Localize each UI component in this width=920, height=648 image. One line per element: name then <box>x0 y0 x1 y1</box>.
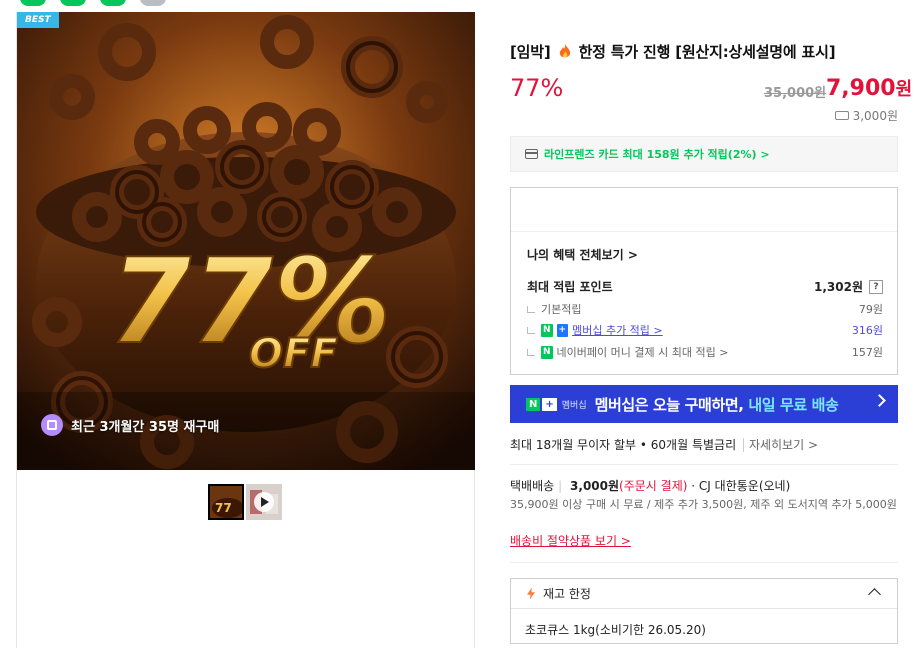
sale-price: 7,900원 <box>826 75 912 101</box>
membership-banner-main: 멤버십은 오늘 구매하면, <box>594 395 749 414</box>
title-prefix: [임박] <box>510 43 551 61</box>
delivery-type: 택배배송 <box>510 479 555 493</box>
max-points-row: 최대 적립 포인트 1,302원 ? <box>527 278 883 295</box>
repurchase-info: 최근 3개월간 35명 재구매 <box>41 414 219 436</box>
lightning-icon <box>527 587 535 600</box>
talk-icon[interactable] <box>100 0 126 6</box>
base-points-label: 기본적립 <box>541 303 582 316</box>
max-points-value: 1,302원 <box>814 280 863 294</box>
tree-line-icon <box>527 348 535 356</box>
membership-banner-highlight: 내일 무료 배송 <box>748 395 839 414</box>
product-info-column: [임박] 한정 특가 진행 [원산지:상세설명에 표시] 77% 35,000원… <box>510 0 912 648</box>
npay-points-row: N 네이버페이 머니 결제 시 최대 적립 > 157원 <box>527 344 883 360</box>
svg-text:77: 77 <box>215 501 232 515</box>
divider <box>510 562 898 563</box>
delivery-fee: 3,000원 <box>570 479 620 493</box>
delivery-info: 택배배송 | 3,000원(주문시 결제) · CJ 대한통운(오네) <box>510 479 791 493</box>
delivery-prepay: (주문시 결제) <box>619 479 688 493</box>
product-main-image[interactable]: BEST 77% OFF 최근 3개월간 35명 재구매 <box>17 12 475 470</box>
help-icon[interactable]: ? <box>869 279 883 294</box>
truck-icon <box>834 111 849 120</box>
product-image-column: BEST 77% OFF 최근 3개월간 35명 재구매 77 <box>16 12 475 648</box>
benefit-view-all-link[interactable]: 나의 혜택 전체보기 > <box>527 246 638 263</box>
overlay-off-text: OFF <box>249 331 338 377</box>
membership-banner[interactable]: N + 멤버십 멤버십은 오늘 구매하면, 내일 무료 배송 <box>510 385 898 423</box>
stock-label: 재고 한정 <box>543 587 591 601</box>
repurchase-text: 최근 3개월간 35명 재구매 <box>71 419 220 435</box>
discount-rate: 77% <box>510 74 564 102</box>
share-icon[interactable] <box>20 0 46 6</box>
base-points-value: 79원 <box>858 303 883 316</box>
npay-icon: N <box>541 345 553 359</box>
chevron-right-icon <box>873 394 886 407</box>
thumbnail-list: 77 <box>208 484 282 520</box>
sale-price-currency: 원 <box>895 79 913 100</box>
plus-icon: + <box>556 323 569 337</box>
tree-line-icon <box>527 326 535 334</box>
shipping-fee-value: 3,000원 <box>852 109 898 123</box>
membership-logo: N + 멤버십 <box>526 397 587 411</box>
npay-points-value: 157원 <box>851 346 883 359</box>
zzim-icon[interactable] <box>60 0 86 6</box>
delivery-note: 35,900원 이상 구매 시 무료 / 제주 추가 3,500원, 제주 외 … <box>510 498 897 511</box>
benefit-box: 나의 혜택 전체보기 > 최대 적립 포인트 1,302원 ? 기본적립 79원… <box>510 187 898 375</box>
cereal-bowl-image: 77% OFF <box>17 12 475 470</box>
play-icon[interactable] <box>254 492 274 512</box>
top-icon-row <box>20 0 166 6</box>
naver-n-icon: N <box>526 397 541 411</box>
title-main: 한정 특가 진행 [원산지:상세설명에 표시] <box>578 43 836 61</box>
stock-header[interactable]: 재고 한정 <box>511 579 897 609</box>
best-badge: BEST <box>17 12 59 28</box>
membership-logo-label: 멤버십 <box>561 400 587 411</box>
plus-icon: + <box>542 397 557 411</box>
naver-n-icon: N <box>541 323 553 337</box>
membership-points-link[interactable]: 멤버십 추가 적립 > <box>572 322 663 338</box>
installment-text: 최대 18개월 무이자 할부 • 60개월 특별금리 <box>510 438 737 452</box>
membership-points-row: N + 멤버십 추가 적립 > 316원 <box>527 322 883 338</box>
product-title: [임박] 한정 특가 진행 [원산지:상세설명에 표시] <box>510 41 836 62</box>
original-price: 35,000원 <box>764 86 827 101</box>
thumbnail-video[interactable] <box>246 484 282 520</box>
card-promo-text: 라인프렌즈 카드 최대 158원 추가 적립(2%) > <box>544 148 770 161</box>
npay-points-link[interactable]: 네이버페이 머니 결제 시 최대 적립 > <box>557 344 729 360</box>
more-icon[interactable] <box>140 0 166 6</box>
base-points-row: 기본적립 79원 <box>527 301 883 317</box>
delivery-carrier: CJ 대한통운(오네) <box>698 479 791 493</box>
membership-banner-text: 멤버십은 오늘 구매하면, 내일 무료 배송 <box>595 394 839 415</box>
installment-detail-link[interactable]: 자세히보기 > <box>742 438 819 452</box>
max-points-label: 최대 적립 포인트 <box>527 280 613 294</box>
shipping-saving-link[interactable]: 배송비 절약상품 보기 > <box>510 532 631 549</box>
thumbnail-1[interactable]: 77 <box>208 484 244 520</box>
fire-icon <box>559 44 570 58</box>
shipping-fee: 3,000원 <box>834 107 898 124</box>
delivery-dot: · <box>691 479 696 493</box>
credit-card-icon <box>525 149 538 159</box>
chevron-up-icon[interactable] <box>868 588 881 601</box>
shopping-bag-icon <box>41 414 63 436</box>
membership-points-value: 316원 <box>851 324 883 337</box>
stock-option-item[interactable]: 초코큐스 1kg(소비기한 26.05.20) <box>525 621 706 638</box>
benefit-top-area <box>511 188 897 232</box>
installment-info: 최대 18개월 무이자 할부 • 60개월 특별금리 자세히보기 > <box>510 436 819 453</box>
card-promo-banner[interactable]: 라인프렌즈 카드 최대 158원 추가 적립(2%) > <box>510 136 898 172</box>
stock-option-box: 재고 한정 초코큐스 1kg(소비기한 26.05.20) <box>510 578 898 644</box>
divider <box>510 464 898 465</box>
sale-price-value: 7,900 <box>826 76 896 101</box>
tree-line-icon <box>527 305 535 313</box>
